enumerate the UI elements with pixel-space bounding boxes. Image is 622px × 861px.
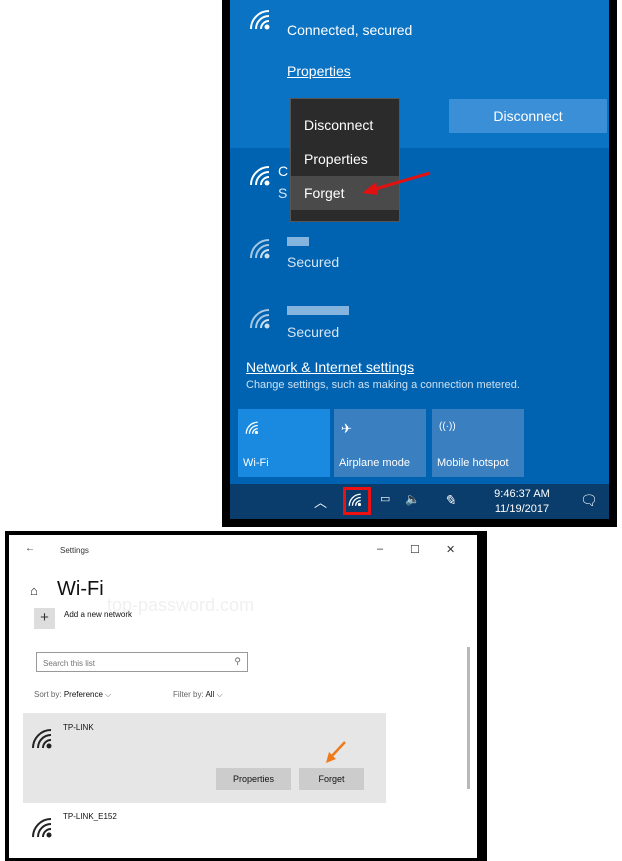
back-arrow-icon[interactable]: ← bbox=[25, 543, 35, 554]
context-menu: Disconnect Properties Forget bbox=[290, 98, 400, 222]
hotspot-icon: ((·)) bbox=[439, 421, 456, 432]
wifi-signal-icon bbox=[249, 9, 271, 31]
pen-icon[interactable]: ✎ bbox=[444, 492, 456, 509]
page-title: Wi-Fi bbox=[57, 578, 104, 600]
wifi-tray-icon[interactable] bbox=[348, 493, 362, 510]
network-name: TP-LINK_E152 bbox=[63, 812, 117, 821]
network-settings-link[interactable]: Network & Internet settings bbox=[246, 359, 414, 375]
tile-mobile-hotspot[interactable]: ((·)) Mobile hotspot bbox=[432, 409, 524, 477]
blurred-network-name bbox=[287, 237, 309, 246]
taskbar: ︿ ▭ 🔈 ✎ 9:46:37 AM 11/19/2017 🗨 bbox=[230, 484, 609, 519]
wifi-signal-icon bbox=[249, 238, 271, 260]
context-disconnect[interactable]: Disconnect bbox=[291, 108, 399, 142]
network-name: TP-LINK bbox=[63, 723, 94, 732]
network-settings-description: Change settings, such as making a connec… bbox=[246, 379, 520, 391]
window-title: Settings bbox=[60, 546, 89, 555]
network-name: C bbox=[278, 163, 289, 179]
blurred-network-name bbox=[287, 306, 349, 315]
properties-link[interactable]: Properties bbox=[287, 63, 351, 79]
wifi-signal-icon bbox=[249, 165, 271, 187]
sort-label: Sort by: bbox=[34, 690, 62, 699]
settings-window: ← Settings – ☐ ✕ top-password.com ⌂ Wi-F… bbox=[9, 535, 477, 858]
red-arrow-annotation bbox=[362, 171, 431, 195]
network-status: Secured bbox=[287, 324, 340, 340]
action-center-icon[interactable]: 🗨 bbox=[580, 492, 598, 509]
wifi-icon bbox=[245, 421, 259, 438]
tile-label: Mobile hotspot bbox=[437, 457, 509, 469]
tile-airplane-mode[interactable]: ✈ Airplane mode bbox=[334, 409, 426, 477]
sort-dropdown[interactable]: Sort by: Preference ⌵ bbox=[34, 690, 111, 700]
search-input[interactable] bbox=[41, 654, 225, 673]
wifi-signal-icon bbox=[31, 728, 53, 750]
close-icon[interactable]: ✕ bbox=[446, 543, 455, 556]
network-flyout-frame: Connected, secured Properties Disconnect… bbox=[222, 0, 617, 527]
wifi-signal-icon bbox=[249, 308, 271, 330]
network-flyout: Connected, secured Properties Disconnect… bbox=[230, 0, 609, 519]
clock-date: 11/19/2017 bbox=[494, 503, 550, 515]
orange-arrow-annotation bbox=[326, 741, 346, 763]
settings-window-frame: ← Settings – ☐ ✕ top-password.com ⌂ Wi-F… bbox=[5, 531, 487, 861]
tile-label: Airplane mode bbox=[339, 457, 410, 469]
connected-network-area[interactable]: Connected, secured Properties Disconnect bbox=[230, 0, 609, 148]
connected-status: Connected, secured bbox=[287, 22, 413, 38]
properties-button[interactable]: Properties bbox=[216, 768, 291, 790]
network-status: S bbox=[278, 185, 288, 201]
sort-value: Preference bbox=[63, 690, 103, 699]
search-box[interactable]: ⚲ bbox=[36, 652, 248, 673]
search-icon: ⚲ bbox=[234, 656, 241, 666]
add-network-label: Add a new network bbox=[64, 610, 133, 619]
filter-label: Filter by: bbox=[173, 690, 204, 699]
chevron-up-icon[interactable]: ︿ bbox=[314, 492, 327, 511]
plus-icon: + bbox=[34, 608, 55, 629]
maximize-icon[interactable]: ☐ bbox=[410, 543, 420, 556]
home-icon[interactable]: ⌂ bbox=[30, 583, 38, 598]
filter-value: All bbox=[205, 690, 215, 699]
forget-button[interactable]: Forget bbox=[299, 768, 364, 790]
wifi-signal-icon bbox=[31, 817, 53, 839]
minimize-icon[interactable]: – bbox=[377, 543, 383, 555]
clock-time: 9:46:37 AM bbox=[494, 488, 550, 500]
tile-wifi[interactable]: Wi-Fi bbox=[238, 409, 330, 477]
network-status: Secured bbox=[287, 254, 340, 270]
airplane-icon: ✈ bbox=[341, 421, 352, 436]
battery-icon[interactable]: ▭ bbox=[380, 492, 390, 505]
tile-label: Wi-Fi bbox=[243, 457, 269, 469]
filter-dropdown[interactable]: Filter by: All ⌵ bbox=[173, 690, 223, 700]
scrollbar[interactable] bbox=[467, 647, 470, 789]
disconnect-button[interactable]: Disconnect bbox=[449, 99, 607, 133]
clock[interactable]: 9:46:37 AM 11/19/2017 bbox=[492, 487, 552, 517]
volume-icon[interactable]: 🔈 bbox=[405, 492, 420, 506]
